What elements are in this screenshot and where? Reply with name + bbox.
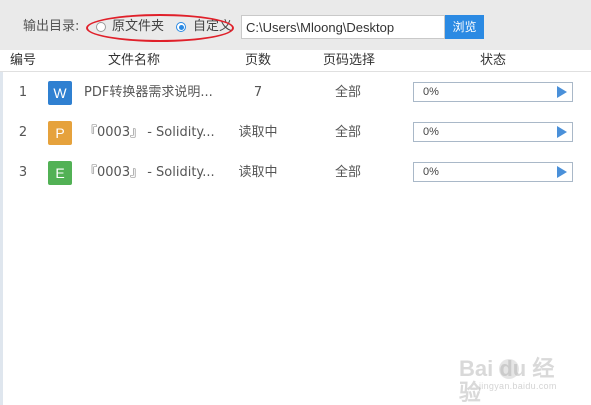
play-icon[interactable] [557, 86, 567, 98]
word-file-icon: W [48, 81, 72, 105]
radio-custom-folder-label[interactable]: 自定义 [193, 18, 231, 36]
row-progress-bar: 0% [413, 122, 573, 142]
row-page-range[interactable]: 全部 [318, 84, 378, 102]
watermark-brand: Bai du 经验 [459, 356, 555, 405]
row-index: 1 [18, 85, 28, 100]
row-index: 3 [18, 165, 28, 180]
row-file-name: 『0003』 - Solidity... [84, 165, 215, 180]
row-pages: 读取中 [238, 165, 278, 180]
output-directory-label: 输出目录: [23, 19, 80, 34]
baidu-jingyan-watermark: Bai du 经验 jingyan.baidu.com [459, 357, 569, 405]
row-progress-bar: 0% [413, 162, 573, 182]
table-row[interactable]: 2 P 『0003』 - Solidity... 读取中 全部 0% [0, 113, 591, 153]
excel-file-icon: E [48, 161, 72, 185]
play-icon[interactable] [557, 126, 567, 138]
header-file-name: 文件名称 [107, 53, 160, 68]
row-index: 2 [18, 125, 28, 140]
output-path-input[interactable] [241, 15, 445, 39]
header-pages: 页数 [244, 53, 271, 68]
header-index: 编号 [9, 53, 36, 68]
row-pages: 读取中 [238, 125, 278, 140]
row-progress-bar: 0% [413, 82, 573, 102]
watermark-url: jingyan.baidu.com [479, 381, 557, 391]
row-page-range[interactable]: 全部 [318, 164, 378, 182]
ppt-file-icon: P [48, 121, 72, 145]
header-page-range: 页码选择 [322, 53, 375, 68]
output-directory-bar: 输出目录: 原文件夹 自定义 浏览 [0, 0, 591, 50]
progress-percent: 0% [423, 166, 439, 178]
progress-percent: 0% [423, 126, 439, 138]
row-file-name: PDF转换器需求说明... [84, 85, 213, 100]
table-row[interactable]: 3 E 『0003』 - Solidity... 读取中 全部 0% [0, 153, 591, 193]
radio-custom-folder[interactable] [176, 22, 186, 32]
browse-button[interactable]: 浏览 [445, 15, 484, 39]
row-file-name: 『0003』 - Solidity... [84, 125, 215, 140]
table-row[interactable]: 1 W PDF转换器需求说明... 7 全部 0% [0, 73, 591, 113]
progress-percent: 0% [423, 86, 439, 98]
row-pages: 7 [253, 85, 263, 100]
paw-logo-icon [499, 359, 519, 379]
header-status: 状态 [479, 53, 506, 68]
row-page-range[interactable]: 全部 [318, 124, 378, 142]
table-header: 编号 文件名称 页数 页码选择 状态 [0, 50, 591, 72]
radio-original-folder[interactable] [96, 22, 106, 32]
play-icon[interactable] [557, 166, 567, 178]
radio-original-folder-label[interactable]: 原文件夹 [112, 18, 164, 36]
